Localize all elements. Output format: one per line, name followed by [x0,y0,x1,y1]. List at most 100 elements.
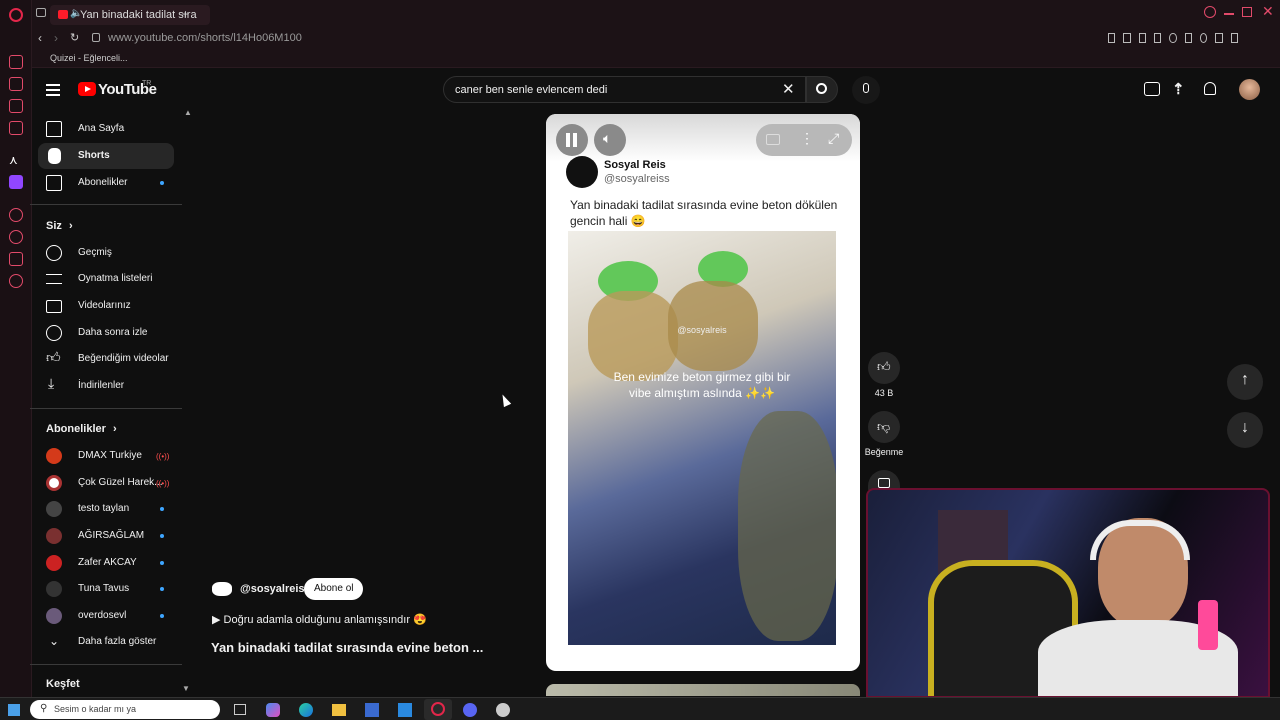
subscription-item[interactable]: overdosevl [38,603,174,629]
sidebar-scroll-down-icon[interactable]: ▼ [182,684,190,693]
sidebar-item-your-videos[interactable]: Videolarınız [38,293,174,319]
opera-logo-icon[interactable] [9,8,23,22]
video-frame: @sosyalreis Ben evimize beton girmez gib… [568,231,836,645]
dislike-button[interactable]: 👎︎ [868,411,900,443]
channel-name: AĞIRSAĞLAM [78,530,145,541]
webcam-overlay [866,488,1270,698]
obs-icon[interactable] [496,703,510,717]
subscription-item[interactable]: Çok Güzel Harek... ((•)) [38,470,174,496]
heart-icon[interactable] [1169,33,1177,43]
sidebar-app-icon[interactable] [9,55,23,69]
next-short-preview[interactable] [546,684,860,696]
clear-search-icon[interactable]: ✕ [782,80,795,98]
sidebar-app-icon[interactable] [9,121,23,135]
sidebar-scroll-up-icon[interactable]: ▲ [184,108,192,117]
like-button[interactable]: 👍︎ [868,352,900,384]
more-options-icon[interactable]: ⋮ [800,130,814,147]
subscription-item[interactable]: testo taylan [38,496,174,522]
subscription-item[interactable]: AĞIRSAĞLAM [38,523,174,549]
settings-icon[interactable] [9,274,23,288]
subscription-item[interactable]: Tuna Tavus [38,576,174,602]
minimize-button[interactable] [1224,13,1234,15]
subscription-item[interactable]: DMAX Turkiye ((•)) [38,443,174,469]
back-button[interactable]: ‹ [38,31,42,45]
live-indicator-icon: ((•)) [156,479,170,488]
reload-button[interactable]: ↻ [70,31,79,44]
bookmark-item[interactable]: Quizei - Eğlenceli... [50,53,128,63]
search-tabs-icon[interactable] [1204,6,1216,18]
captions-icon[interactable] [766,134,780,145]
previous-short-button[interactable]: ↑ [1227,364,1263,400]
search-input[interactable]: caner ben senle evlencem dedi ✕ [443,76,806,103]
forward-button[interactable]: › [54,31,58,45]
sidebar-item-watch-later[interactable]: Daha sonra izle [38,320,174,346]
info-channel-handle[interactable]: @sosyalreis [240,583,305,595]
show-more-button[interactable]: ⌄ Daha fazla göster [38,629,174,655]
sidebar-app-icon[interactable] [9,252,23,266]
volume-button[interactable]: 🔈︎ [594,124,626,156]
snapshot-icon[interactable] [1123,33,1131,43]
related-link[interactable]: ▶ Doğru adamla olduğunu anlamışsındır 😍 [212,613,427,626]
video-popout-icon[interactable] [1153,33,1162,43]
subscription-item[interactable]: Zafer AKCAY [38,550,174,576]
close-window-button[interactable]: ✕ [1262,3,1274,20]
edge-icon[interactable] [299,703,313,717]
pause-button[interactable] [556,124,588,156]
sidebar-item-home[interactable]: Ana Sayfa [38,116,174,142]
start-icon[interactable] [8,704,20,716]
comments-button[interactable] [868,470,900,490]
subscribe-button[interactable]: Abone ol [304,578,364,600]
mail-icon[interactable] [398,703,412,717]
bookmark-icon[interactable] [1108,33,1116,43]
section-heading-you[interactable]: Siz › [46,220,73,232]
copilot-icon[interactable] [266,703,280,717]
notifications-bell-icon[interactable] [1204,82,1216,95]
history-icon[interactable] [9,230,23,244]
arrow-down-icon: ↓ [1241,419,1249,436]
sidebar-app-icon[interactable] [9,77,23,91]
channel-avatar[interactable] [212,580,234,598]
sidebar-app-icon[interactable] [9,208,23,222]
sidebar-item-label: Daha sonra izle [78,327,148,338]
upload-icon[interactable]: ⇡ [1172,80,1185,98]
sidebar-item-shorts[interactable]: Shorts [38,143,174,169]
section-heading-subscriptions[interactable]: Abonelikler › [46,423,117,435]
file-explorer-icon[interactable] [332,704,346,716]
voice-search-button[interactable] [852,76,880,104]
sidebar-item-playlists[interactable]: Oynatma listeleri [38,266,174,292]
section-heading-explore[interactable]: Keşfet [46,678,80,690]
create-icon[interactable] [1144,82,1160,96]
sidebar-item-liked-videos[interactable]: 👍︎ Beğendiğim videolar [38,346,174,372]
store-icon[interactable] [365,703,379,717]
next-short-button[interactable]: ↓ [1227,412,1263,448]
task-view-icon[interactable] [234,704,246,715]
maximize-button[interactable] [1242,7,1252,17]
sidebar-item-history[interactable]: Geçmiş [38,240,174,266]
opera-taskbar-item[interactable] [424,699,452,720]
player-controls-group: ⋮ ⤢ [756,124,852,156]
taskbar-search-input[interactable]: ⚲ Sesim o kadar mı ya [30,700,220,719]
your-videos-icon [46,300,62,313]
extensions-icon[interactable] [1184,33,1192,43]
sidebar-item-downloads[interactable]: ⤓ İndirilenler [38,373,174,399]
discord-icon[interactable] [463,703,477,717]
search-button[interactable] [806,76,838,103]
sidebar-app-icon[interactable] [9,99,23,113]
new-tab-button[interactable]: + [182,7,189,21]
sidebar-app-icon[interactable]: ⋏ [9,153,23,167]
avatar[interactable] [1239,79,1260,100]
menu-icon[interactable] [1230,33,1238,43]
youtube-logo-icon[interactable] [78,82,96,96]
profile-icon[interactable] [1199,33,1208,43]
fullscreen-icon[interactable]: ⤢ [828,130,839,147]
short-title[interactable]: Yan binadaki tadilat sırasında evine bet… [211,640,483,655]
shield-icon[interactable] [1138,33,1146,43]
download-icon[interactable] [1215,33,1223,43]
twitch-icon[interactable] [9,175,23,189]
short-video-player[interactable]: 🔈︎ ⋮ ⤢ Sosyal Reis @sosyalreiss Yan bina… [546,114,860,671]
url-field[interactable]: www.youtube.com/shorts/l14Ho06M100 [108,32,302,44]
workspaces-icon[interactable] [36,8,46,17]
hamburger-menu-icon[interactable] [46,84,60,96]
video-watermark: @sosyalreis [677,325,727,335]
sidebar-item-subscriptions[interactable]: Abonelikler [38,170,174,196]
